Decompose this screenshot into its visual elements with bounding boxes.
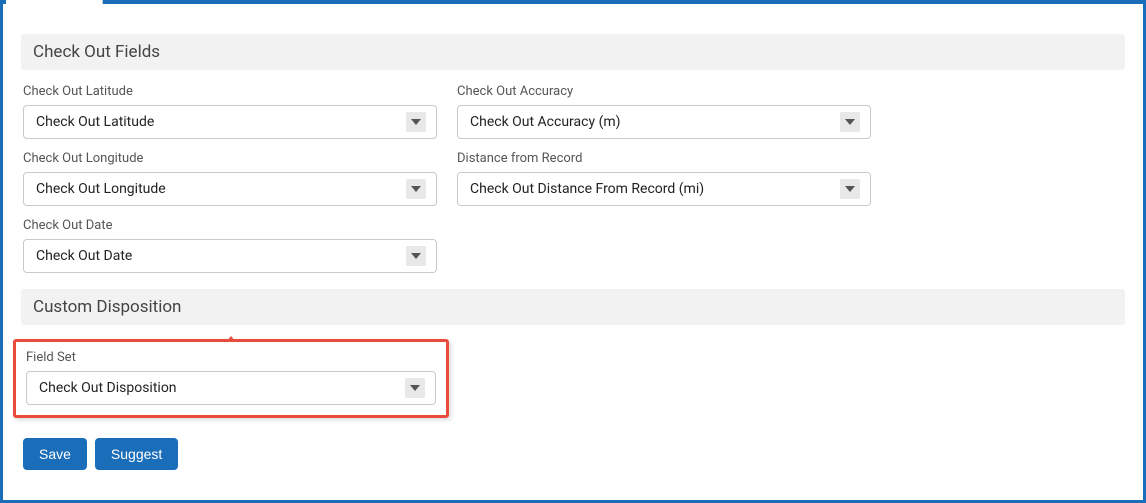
- chevron-down-icon: [840, 112, 860, 132]
- field-check-out-accuracy: Check Out Accuracy Check Out Accuracy (m…: [457, 84, 871, 139]
- dropdown-value: Check Out Longitude: [36, 181, 424, 197]
- dropdown-value: Check Out Latitude: [36, 114, 424, 130]
- chevron-down-icon: [406, 179, 426, 199]
- label-field-set: Field Set: [26, 350, 436, 365]
- dropdown-check-out-accuracy[interactable]: Check Out Accuracy (m): [457, 105, 871, 139]
- highlighted-field-set: Field Set Check Out Disposition: [13, 339, 449, 418]
- save-button[interactable]: Save: [23, 438, 87, 470]
- section-check-out-fields: Check Out Fields: [21, 34, 1125, 70]
- chevron-down-icon: [405, 378, 425, 398]
- dropdown-distance-from-record[interactable]: Check Out Distance From Record (mi): [457, 172, 871, 206]
- dropdown-check-out-longitude[interactable]: Check Out Longitude: [23, 172, 437, 206]
- dropdown-value: Check Out Distance From Record (mi): [470, 181, 858, 197]
- dropdown-value: Check Out Date: [36, 248, 424, 264]
- label-check-out-date: Check Out Date: [23, 218, 437, 233]
- dropdown-value: Check Out Disposition: [39, 380, 423, 396]
- fields-row-3: Check Out Date Check Out Date: [21, 218, 1125, 273]
- label-check-out-latitude: Check Out Latitude: [23, 84, 437, 99]
- active-tab-indicator: [3, 0, 103, 4]
- dropdown-field-set[interactable]: Check Out Disposition: [26, 371, 436, 405]
- dropdown-value: Check Out Accuracy (m): [470, 114, 858, 130]
- dropdown-check-out-latitude[interactable]: Check Out Latitude: [23, 105, 437, 139]
- label-distance-from-record: Distance from Record: [457, 151, 871, 166]
- field-check-out-latitude: Check Out Latitude Check Out Latitude: [23, 84, 437, 139]
- button-row: Save Suggest: [21, 438, 1125, 470]
- field-distance-from-record: Distance from Record Check Out Distance …: [457, 151, 871, 206]
- fields-row-2: Check Out Longitude Check Out Longitude …: [21, 151, 1125, 206]
- chevron-down-icon: [406, 246, 426, 266]
- section-custom-disposition: Custom Disposition: [21, 289, 1125, 325]
- suggest-button[interactable]: Suggest: [95, 438, 178, 470]
- field-check-out-date: Check Out Date Check Out Date: [23, 218, 437, 273]
- page-frame: Check Out Fields Check Out Latitude Chec…: [0, 0, 1146, 503]
- chevron-down-icon: [406, 112, 426, 132]
- chevron-down-icon: [840, 179, 860, 199]
- dropdown-check-out-date[interactable]: Check Out Date: [23, 239, 437, 273]
- label-check-out-longitude: Check Out Longitude: [23, 151, 437, 166]
- field-check-out-longitude: Check Out Longitude Check Out Longitude: [23, 151, 437, 206]
- field-field-set: Field Set Check Out Disposition: [26, 350, 436, 405]
- label-check-out-accuracy: Check Out Accuracy: [457, 84, 871, 99]
- fields-row-1: Check Out Latitude Check Out Latitude Ch…: [21, 84, 1125, 139]
